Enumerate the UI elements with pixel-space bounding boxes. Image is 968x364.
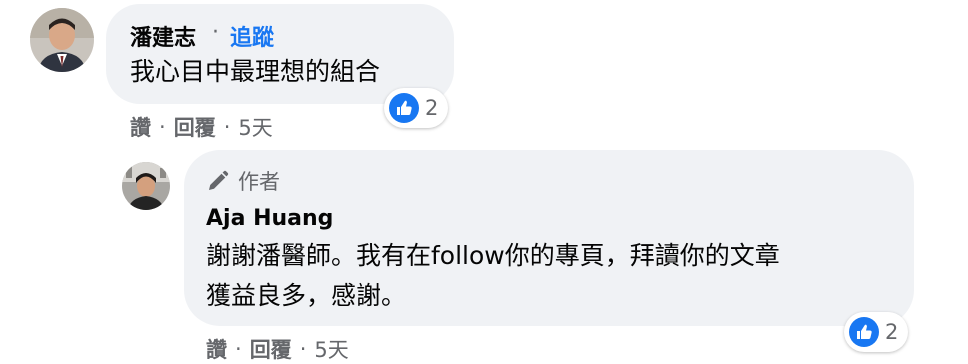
comment-text: 我心目中最理想的組合 <box>130 57 381 86</box>
separator-dot: · <box>159 115 166 139</box>
comment-actions: 讚 · 回覆 · 5天 <box>130 112 273 142</box>
separator-dot: · <box>223 115 231 139</box>
separator-dot: · <box>299 337 307 361</box>
reply-actions: 讚 · 回覆 · 5天 <box>206 334 349 364</box>
separator-dot: · <box>212 20 219 45</box>
reply-action[interactable]: 回覆 <box>250 334 292 364</box>
like-action[interactable]: 讚 <box>206 334 227 364</box>
comment-author-name[interactable]: 潘建志 <box>130 20 196 52</box>
separator-dot: · <box>235 337 242 361</box>
like-icon <box>389 93 419 123</box>
like-icon <box>849 317 879 347</box>
reply-text-line-2: 獲益良多，感謝。 <box>206 281 407 310</box>
comment-timestamp[interactable]: 5天 <box>238 112 272 142</box>
reply-text-line-1: 謝謝潘醫師。我有在follow你的專頁，拜讀你的文章 <box>206 241 780 270</box>
reaction-summary[interactable]: 2 <box>844 312 909 352</box>
follow-link[interactable]: 追蹤 <box>230 20 274 52</box>
like-action[interactable]: 讚 <box>130 112 151 142</box>
author-badge: 作者 <box>206 166 280 196</box>
reaction-summary[interactable]: 2 <box>384 88 449 128</box>
reaction-count: 2 <box>425 96 439 120</box>
reply-timestamp[interactable]: 5天 <box>314 334 348 364</box>
pencil-icon <box>209 170 229 190</box>
reply-author-name[interactable]: Aja Huang <box>206 206 333 231</box>
avatar-photo <box>122 162 170 210</box>
author-badge-label: 作者 <box>238 170 280 194</box>
reply-author-avatar[interactable] <box>122 162 170 210</box>
avatar-photo <box>30 8 94 72</box>
commenter-avatar[interactable] <box>30 8 94 72</box>
reply-action[interactable]: 回覆 <box>174 112 216 142</box>
reaction-count: 2 <box>885 320 899 344</box>
